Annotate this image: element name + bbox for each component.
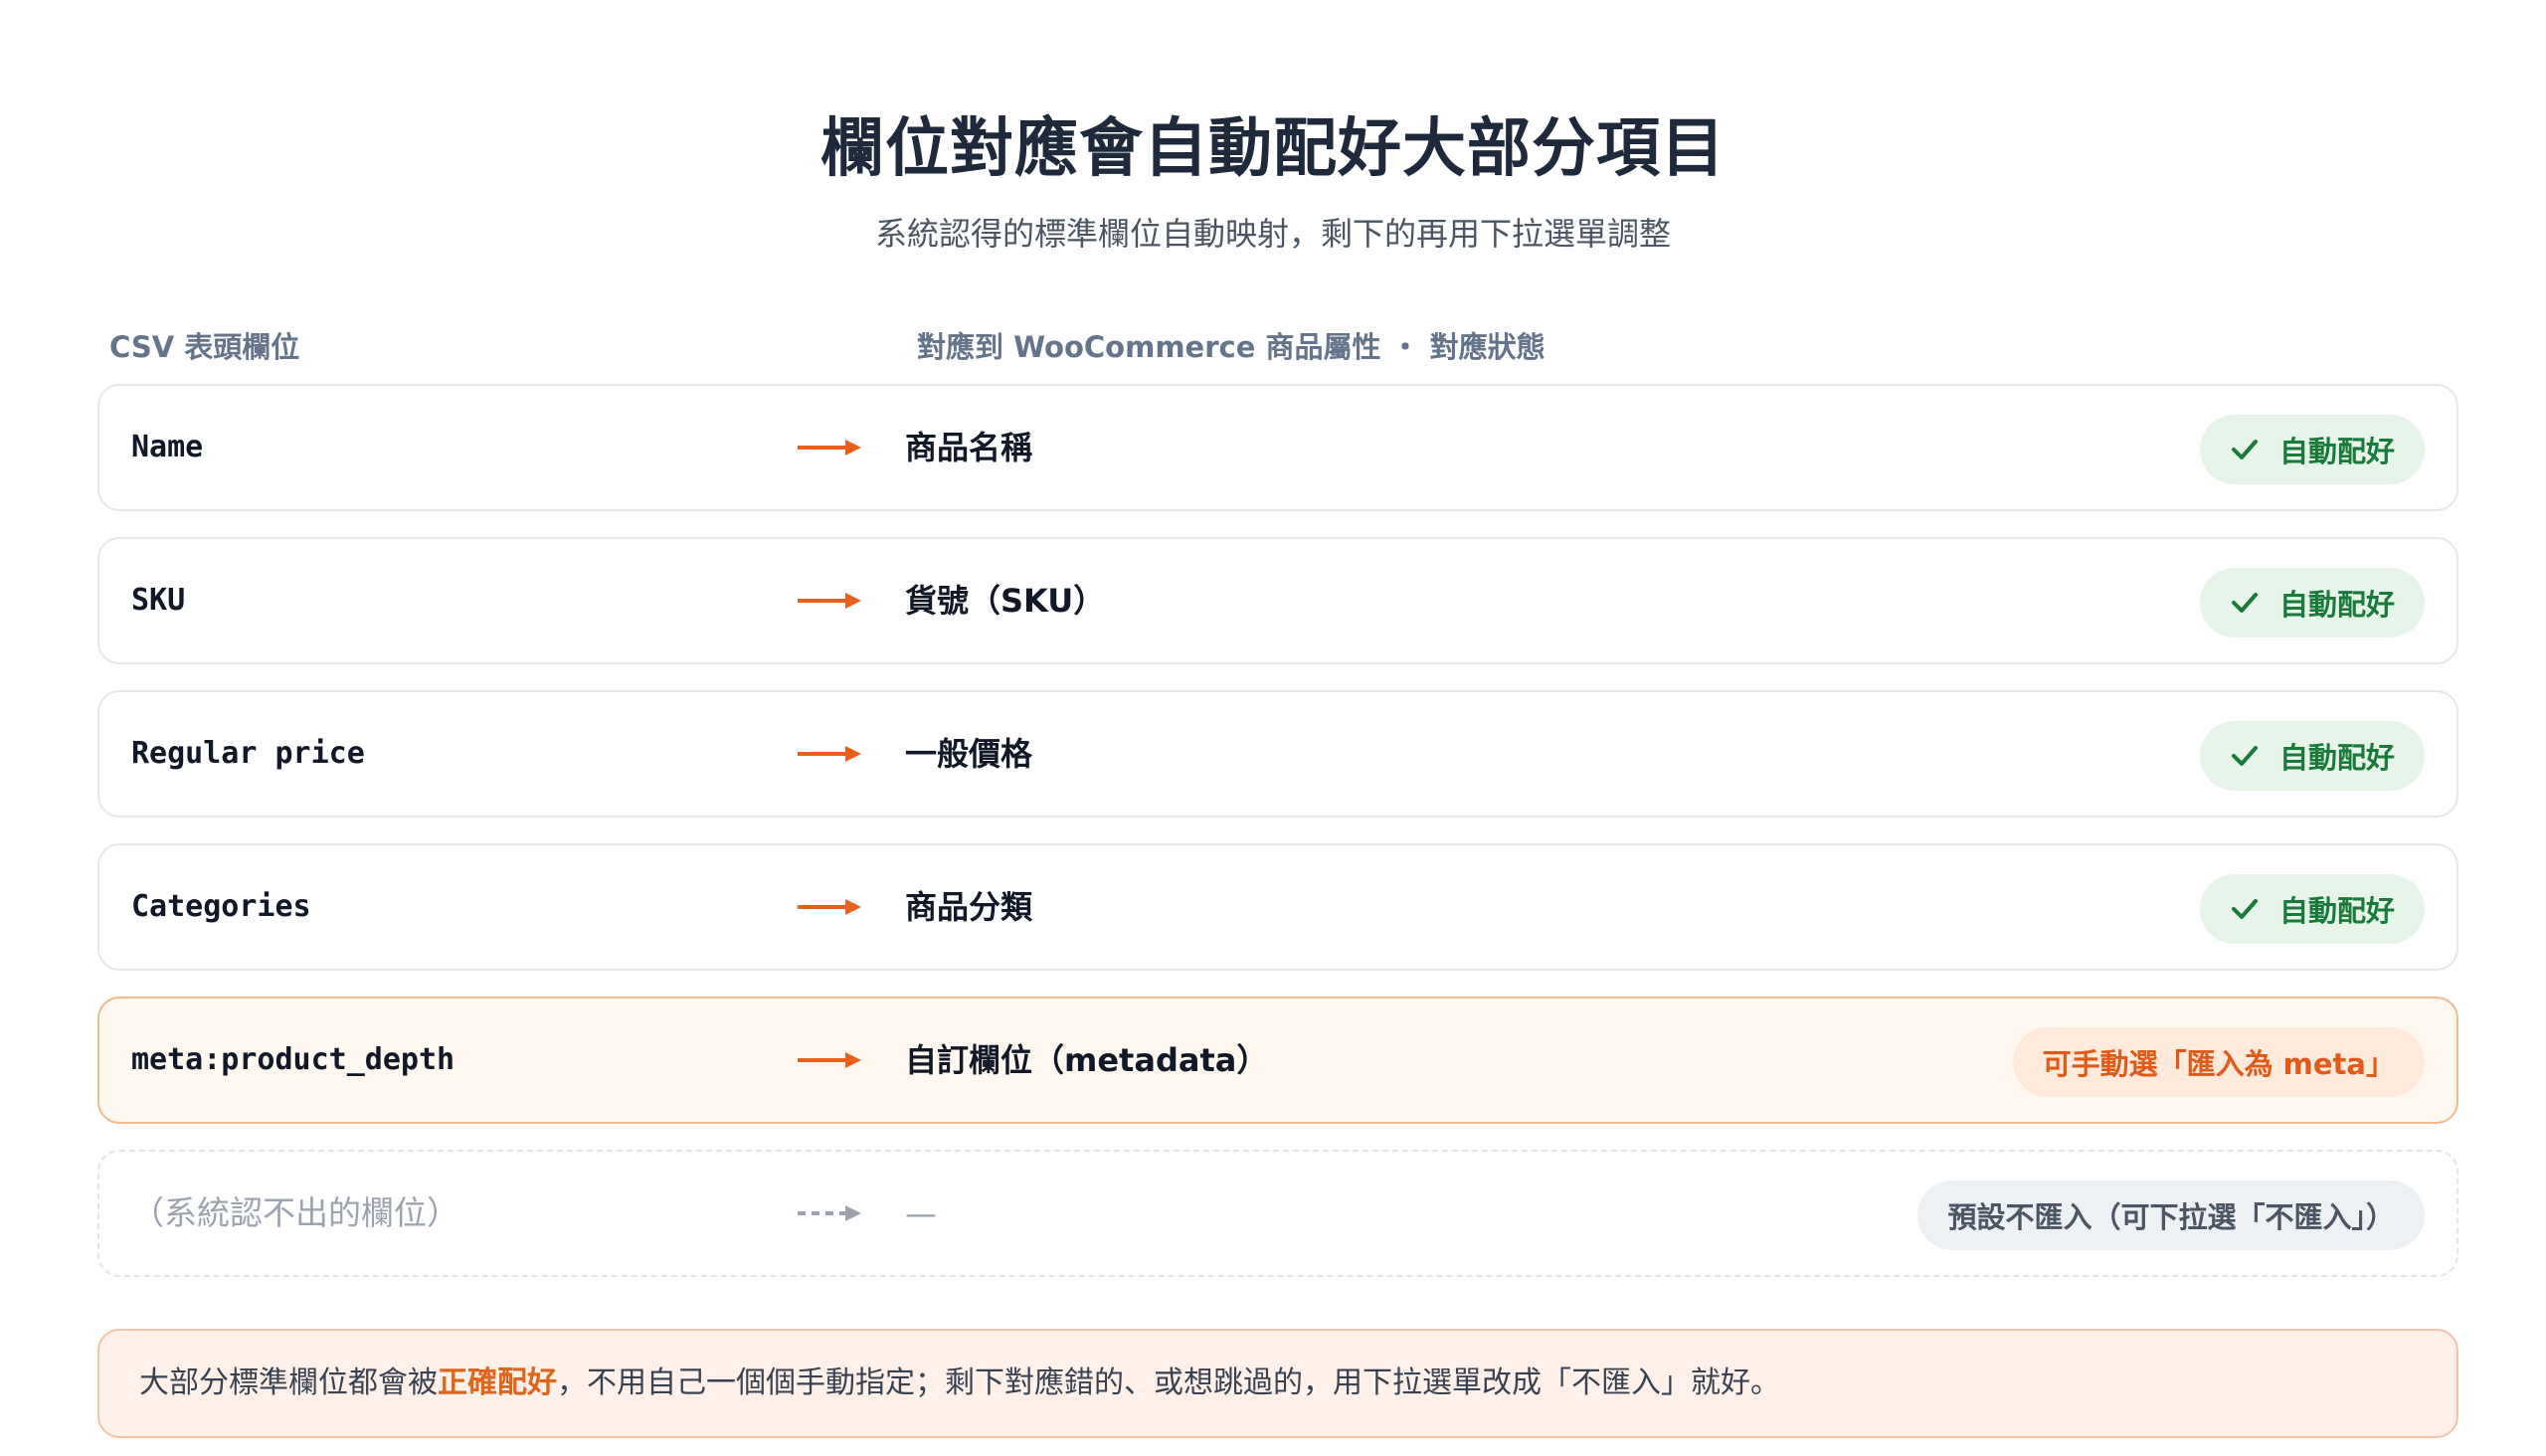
- status-label: 自動配好: [2278, 435, 2395, 468]
- info-note: 大部分標準欄位都會被正確配好，不用自己一個個手動指定；剩下對應錯的、或想跳過的，…: [97, 1329, 2458, 1438]
- csv-field-label: （系統認不出的欄位）: [131, 1193, 459, 1232]
- status-label: 預設不匯入（可下拉選「不匯入」）: [1947, 1200, 2395, 1234]
- page-title: 欄位對應會自動配好大部分項目: [820, 112, 1726, 186]
- csv-field-label: Name: [131, 430, 204, 464]
- status-badge-auto: 自動配好: [2199, 874, 2425, 944]
- target-attribute[interactable]: —: [905, 1152, 937, 1275]
- mapping-row-meta: meta:product_depth 自訂欄位（metadata） 可手動選「匯…: [97, 997, 2458, 1124]
- target-attribute[interactable]: 一般價格: [905, 692, 1032, 816]
- page: 欄位對應會自動配好大部分項目 系統認得的標準欄位自動映射，剩下的再用下拉選單調整…: [0, 0, 2546, 1456]
- csv-field-label: Regular price: [131, 736, 365, 771]
- check-icon: [2231, 593, 2258, 613]
- target-attribute[interactable]: 商品分類: [905, 845, 1032, 969]
- check-icon: [2231, 899, 2258, 919]
- csv-field-label: Categories: [131, 889, 311, 924]
- status-badge-auto: 自動配好: [2199, 568, 2425, 637]
- target-attribute[interactable]: 商品名稱: [905, 386, 1032, 509]
- mapping-row-regular-price: Regular price 一般價格 自動配好: [97, 690, 2458, 818]
- arrow-right-icon: [798, 1052, 861, 1068]
- column-header-target: 對應到 WooCommerce 商品屬性 ・ 對應狀態: [917, 330, 1546, 364]
- check-icon: [2231, 746, 2258, 766]
- status-label: 自動配好: [2278, 894, 2395, 928]
- arrow-right-icon: [798, 440, 861, 455]
- status-label: 自動配好: [2278, 588, 2395, 622]
- target-attribute[interactable]: 貨號（SKU）: [905, 539, 1105, 662]
- note-text-before: 大部分標準欄位都會被: [139, 1365, 438, 1400]
- arrow-right-icon: [798, 593, 861, 609]
- status-badge-skip[interactable]: 預設不匯入（可下拉選「不匯入」）: [1917, 1181, 2425, 1250]
- arrow-right-icon: [798, 899, 861, 915]
- target-attribute[interactable]: 自訂欄位（metadata）: [905, 999, 1268, 1122]
- status-label: 自動配好: [2278, 741, 2395, 775]
- note-text-after: ，不用自己一個個手動指定；剩下對應錯的、或想跳過的，用下拉選單改成「不匯入」就好…: [557, 1365, 1780, 1400]
- check-icon: [2231, 440, 2258, 459]
- mapping-row-categories: Categories 商品分類 自動配好: [97, 843, 2458, 971]
- mapping-row-unknown: （系統認不出的欄位） — 預設不匯入（可下拉選「不匯入」）: [97, 1150, 2458, 1277]
- column-header-csv: CSV 表頭欄位: [109, 330, 300, 364]
- note-highlight: 正確配好: [438, 1365, 557, 1400]
- mapping-row-name: Name 商品名稱 自動配好: [97, 384, 2458, 511]
- mapping-row-sku: SKU 貨號（SKU） 自動配好: [97, 537, 2458, 664]
- status-badge-auto: 自動配好: [2199, 721, 2425, 791]
- arrow-right-icon: [798, 746, 861, 762]
- csv-field-label: meta:product_depth: [131, 1042, 455, 1077]
- status-badge-auto: 自動配好: [2199, 415, 2425, 484]
- csv-field-label: SKU: [131, 583, 186, 618]
- status-label: 可手動選「匯入為 meta」: [2042, 1047, 2395, 1081]
- page-subtitle: 系統認得的標準欄位自動映射，剩下的再用下拉選單調整: [874, 215, 1671, 253]
- status-badge-manual[interactable]: 可手動選「匯入為 meta」: [2012, 1027, 2425, 1097]
- dashed-arrow-right-icon: [798, 1205, 861, 1221]
